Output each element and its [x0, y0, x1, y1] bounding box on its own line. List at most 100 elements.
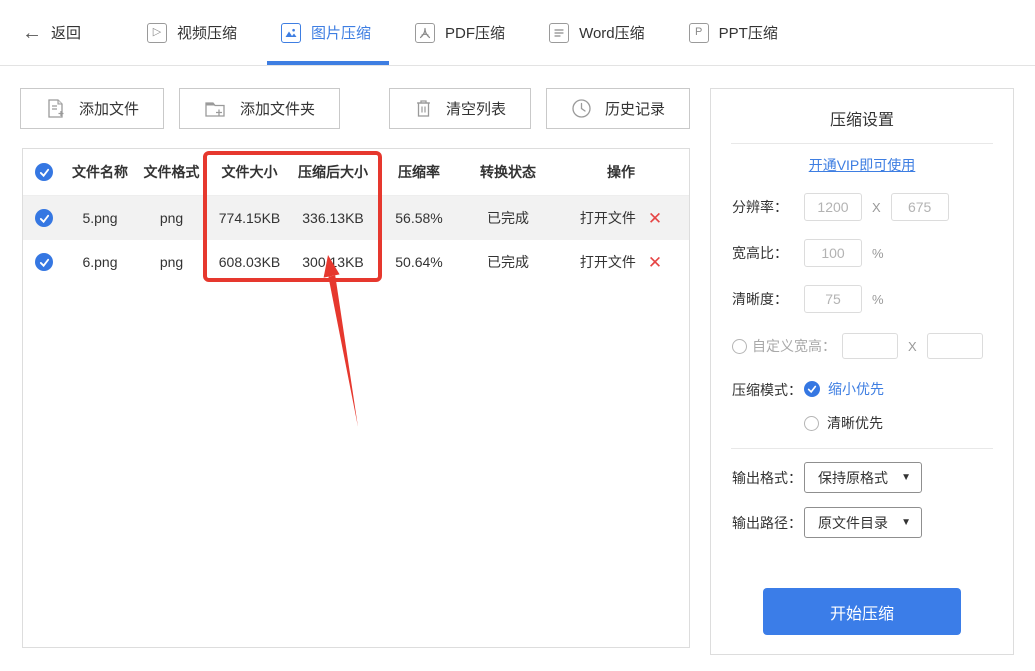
caret-down-icon: ▼ — [901, 472, 911, 483]
mode-option-label: 清晰优先 — [827, 415, 883, 431]
back-button[interactable]: ← 返回 — [22, 22, 81, 43]
check-icon — [35, 209, 53, 227]
tab-label: PDF压缩 — [445, 25, 506, 42]
file-name: 5.png — [82, 210, 118, 226]
custom-width-input[interactable] — [842, 333, 898, 359]
file-size: 608.03KB — [218, 254, 281, 270]
tab-label: 图片压缩 — [311, 25, 372, 42]
divider — [731, 448, 993, 449]
custom-size-row: 自定义宽高： X — [732, 333, 1013, 359]
file-format: png — [159, 210, 184, 226]
toolbar: 添加文件 添加文件夹 清空列表 历史记录 — [20, 88, 690, 129]
tab-label: 视频压缩 — [177, 25, 238, 42]
output-format-select[interactable]: 保持原格式 ▼ — [804, 462, 922, 493]
tab-pdf-compress[interactable]: PDF压缩 — [401, 0, 519, 65]
times-label: X — [872, 199, 881, 215]
compression-ratio: 50.64% — [395, 254, 443, 270]
open-file-link[interactable]: 打开文件 — [580, 252, 636, 272]
add-file-label: 添加文件 — [79, 101, 140, 118]
pdf-icon — [415, 22, 436, 43]
tab-image-compress[interactable]: 图片压缩 — [267, 0, 390, 65]
table-header-row: 文件名称 文件格式 文件大小 压缩后大小 压缩率 转换状态 操作 — [23, 149, 689, 196]
row-checkbox[interactable] — [23, 209, 65, 227]
tab-ppt-compress[interactable]: P PPT压缩 — [675, 0, 792, 65]
back-arrow-icon: ← — [22, 21, 42, 44]
top-nav: ← 返回 ▷ 视频压缩 图片压缩 PDF压缩 Word压缩 P PPT压缩 — [0, 0, 1035, 66]
tab-label: Word压缩 — [579, 25, 645, 42]
output-path-row: 输出路径： 原文件目录 ▼ — [732, 507, 1013, 538]
output-format-label: 输出格式： — [732, 469, 802, 486]
open-file-link[interactable]: 打开文件 — [580, 208, 636, 228]
tab-video-compress[interactable]: ▷ 视频压缩 — [133, 0, 251, 65]
vip-upgrade-link[interactable]: 开通VIP即可使用 — [711, 155, 1013, 175]
history-label: 历史记录 — [604, 101, 665, 118]
col-operation: 操作 — [607, 164, 635, 180]
mode-option-label: 缩小优先 — [828, 381, 884, 397]
col-compressed-size: 压缩后大小 — [298, 164, 368, 180]
row-checkbox[interactable] — [23, 253, 65, 271]
caret-down-icon: ▼ — [901, 517, 911, 528]
col-file-format: 文件格式 — [143, 164, 200, 180]
col-ratio: 压缩率 — [398, 164, 440, 180]
file-plus-icon — [45, 98, 66, 120]
clarity-row: 清晰度： % — [732, 285, 1013, 313]
clock-icon — [571, 98, 592, 119]
image-icon — [281, 22, 302, 43]
settings-title: 压缩设置 — [829, 112, 894, 129]
remove-file-icon[interactable]: ✕ — [648, 210, 662, 227]
resolution-row: 分辨率： X — [732, 193, 1013, 221]
percent-label: % — [872, 245, 884, 261]
divider — [731, 143, 993, 144]
mode-option-clarity-first[interactable]: 清晰优先 — [804, 413, 884, 433]
resolution-label: 分辨率： — [732, 199, 788, 215]
check-icon — [35, 253, 53, 271]
file-size: 774.15KB — [218, 210, 281, 226]
select-all-checkbox[interactable] — [23, 163, 65, 181]
aspect-ratio-row: 宽高比： % — [732, 239, 1013, 267]
status: 已完成 — [487, 210, 529, 226]
check-icon — [804, 381, 820, 397]
resolution-height-input[interactable] — [890, 193, 949, 221]
table-row: 6.png png 608.03KB 300.13KB 50.64% 已完成 打… — [23, 240, 689, 284]
word-icon — [549, 22, 570, 43]
radio-icon — [804, 415, 819, 431]
custom-size-label: 自定义宽高： — [752, 338, 836, 354]
custom-size-radio[interactable] — [732, 338, 747, 354]
output-path-label: 输出路径： — [732, 514, 802, 531]
resolution-width-input[interactable] — [804, 193, 862, 221]
file-name: 6.png — [82, 254, 118, 270]
video-icon: ▷ — [147, 22, 168, 43]
output-path-select[interactable]: 原文件目录 ▼ — [804, 507, 922, 538]
compression-ratio: 56.58% — [395, 210, 443, 226]
history-button[interactable]: 历史记录 — [545, 88, 690, 129]
compressed-size: 336.13KB — [302, 210, 364, 226]
folder-plus-icon — [204, 99, 227, 119]
compressed-size: 300.13KB — [302, 254, 364, 270]
mode-label: 压缩模式： — [732, 382, 802, 398]
col-file-size: 文件大小 — [221, 164, 278, 180]
remove-file-icon[interactable]: ✕ — [648, 254, 662, 271]
aspect-ratio-label: 宽高比： — [732, 245, 788, 261]
trash-icon — [414, 98, 433, 119]
back-label: 返回 — [51, 25, 82, 42]
check-icon — [35, 163, 53, 181]
clarity-label: 清晰度： — [732, 291, 788, 307]
col-file-name: 文件名称 — [72, 164, 128, 180]
clear-list-label: 清空列表 — [445, 101, 506, 118]
ppt-icon: P — [688, 22, 709, 43]
add-file-button[interactable]: 添加文件 — [20, 88, 165, 129]
clarity-input[interactable] — [804, 285, 862, 313]
add-folder-label: 添加文件夹 — [240, 101, 316, 118]
add-folder-button[interactable]: 添加文件夹 — [179, 88, 341, 129]
output-format-value: 保持原格式 — [818, 469, 888, 486]
start-compression-button[interactable]: 开始压缩 — [763, 588, 961, 635]
file-format: png — [159, 254, 184, 270]
aspect-ratio-input[interactable] — [804, 239, 862, 267]
custom-height-input[interactable] — [926, 333, 983, 359]
tab-word-compress[interactable]: Word压缩 — [535, 0, 659, 65]
mode-option-shrink-first[interactable]: 缩小优先 — [804, 379, 884, 399]
times-label: X — [908, 338, 917, 354]
clear-list-button[interactable]: 清空列表 — [388, 88, 531, 129]
percent-label: % — [872, 291, 884, 307]
output-path-value: 原文件目录 — [818, 514, 888, 531]
